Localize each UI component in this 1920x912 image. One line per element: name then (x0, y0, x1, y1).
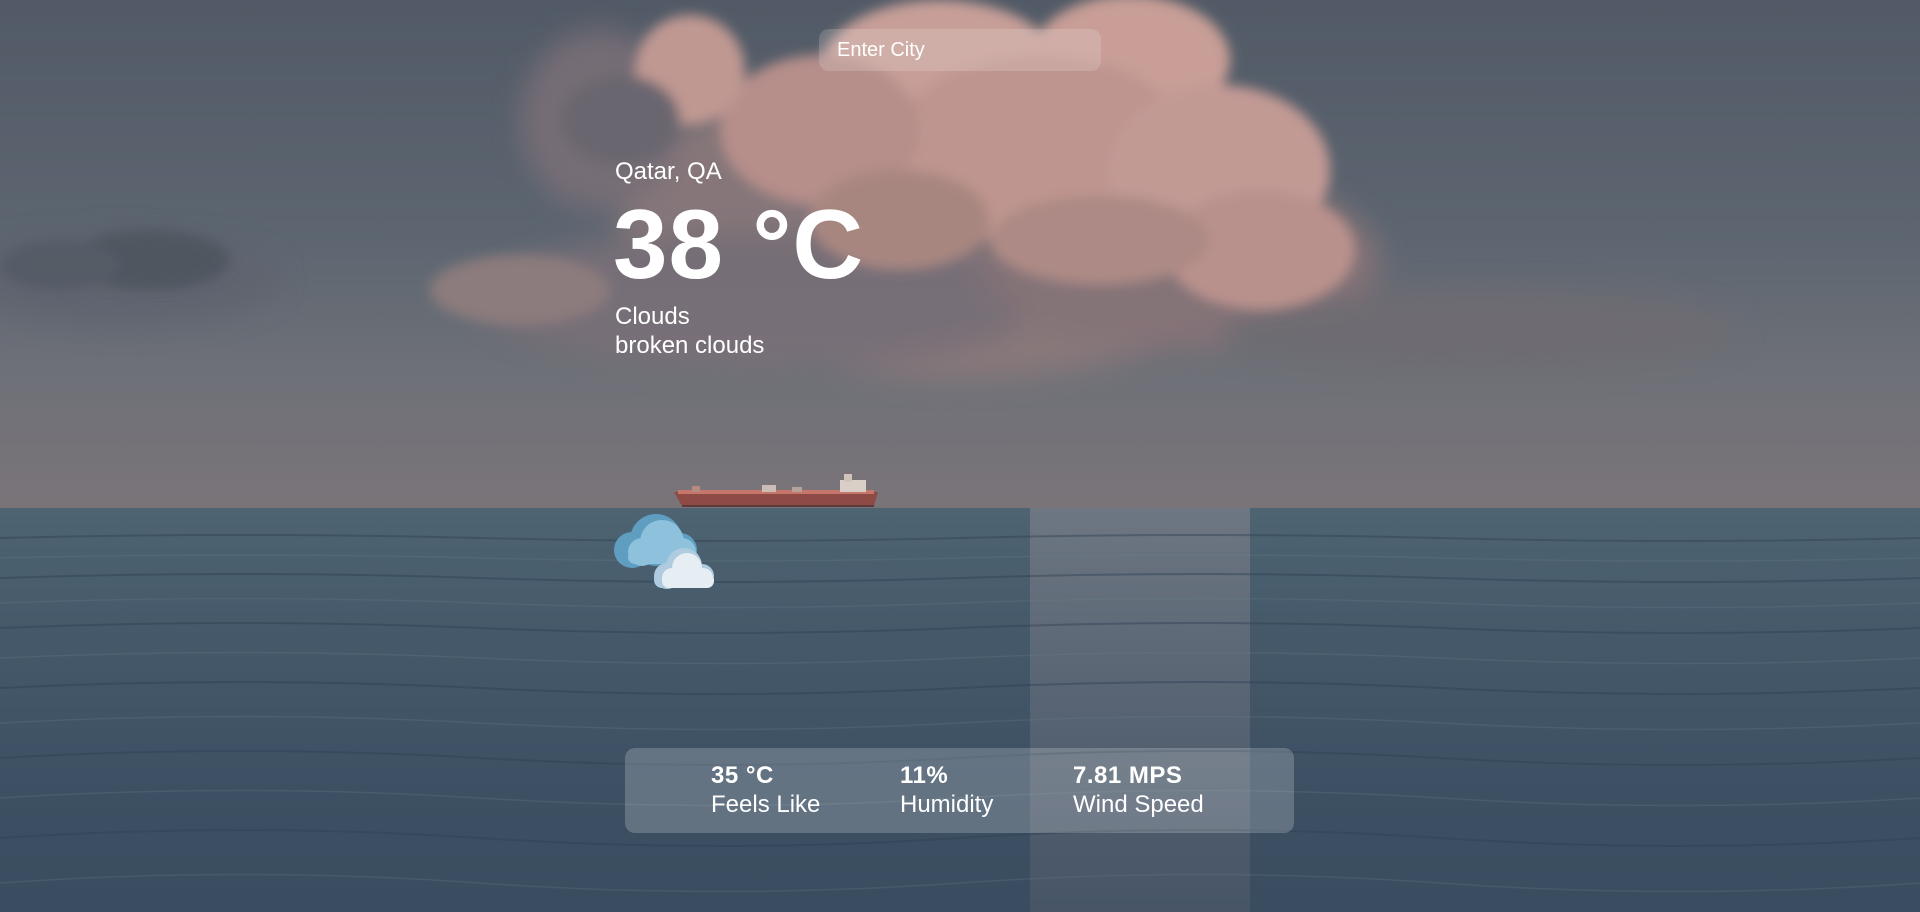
location-label: Qatar, QA (615, 158, 722, 185)
weather-app: Qatar, QA 38 °C Clouds broken clouds (0, 0, 1920, 912)
wind-speed-label: Wind Speed (1073, 791, 1204, 818)
weather-stats-panel: 35 °C Feels Like 11% Humidity 7.81 MPS W… (625, 748, 1294, 833)
humidity-value: 11% (900, 762, 949, 789)
wind-speed-value: 7.81 MPS (1073, 762, 1183, 789)
broken-clouds-icon (614, 514, 714, 589)
sea-waves (0, 508, 1920, 912)
wind-speed-stat: 7.81 MPS Wind Speed (1073, 762, 1204, 820)
feels-like-stat: 35 °C Feels Like (711, 762, 820, 820)
ship-image (674, 474, 878, 507)
feels-like-label: Feels Like (711, 791, 821, 818)
cloud-formation-image (0, 0, 1740, 380)
temperature-value: 38 °C (613, 189, 865, 299)
city-search-input[interactable] (819, 29, 1101, 71)
weather-condition: Clouds (615, 303, 690, 330)
feels-like-value: 35 °C (711, 762, 774, 789)
humidity-label: Humidity (900, 791, 994, 818)
humidity-stat: 11% Humidity (900, 762, 993, 820)
weather-description: broken clouds (615, 332, 765, 359)
